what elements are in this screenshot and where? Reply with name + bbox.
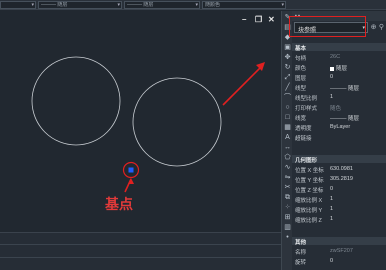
divider — [0, 244, 281, 245]
color-swatch — [330, 66, 334, 71]
prop-row-position-y[interactable]: 位置 Y 坐标 305.2819 — [292, 175, 386, 184]
prop-row-linetype[interactable]: 线型 ——— 随层 — [292, 83, 386, 92]
section-basic[interactable]: 基本 — [292, 43, 386, 52]
section-title: 其他 — [295, 240, 307, 246]
prop-row-handle: 句柄 26C — [292, 53, 386, 62]
rotate-icon[interactable]: ↻ — [283, 63, 292, 72]
prop-value[interactable]: 随色 — [330, 104, 341, 112]
section-title: 基本 — [295, 46, 307, 52]
prop-key: 位置 X 坐标 — [295, 168, 324, 174]
offset-icon[interactable]: ⧉ — [283, 193, 292, 202]
prop-row-lineweight[interactable]: 线宽 ——— 随层 — [292, 113, 386, 122]
divider — [0, 257, 281, 258]
circle-right[interactable] — [132, 77, 222, 167]
prop-key: 透明度 — [295, 126, 312, 132]
command-area[interactable] — [0, 232, 281, 270]
line-icon[interactable]: ╱ — [283, 83, 292, 92]
prop-key: 位置 Z 坐标 — [295, 188, 324, 194]
section-geometry[interactable]: 几何图形 — [292, 155, 386, 164]
section-title: 几何图形 — [295, 158, 318, 164]
quick-select-icon[interactable]: ⚲ — [378, 24, 385, 31]
measure-icon[interactable]: ⊞ — [283, 213, 292, 222]
prop-key: 超链接 — [295, 136, 312, 142]
prop-row-color[interactable]: 颜色 随层 — [292, 63, 386, 72]
point-icon[interactable]: • — [283, 233, 292, 242]
prop-key: 打印样式 — [295, 106, 318, 112]
prop-value[interactable]: 305.2819 — [330, 176, 353, 182]
prop-key: 线型比例 — [295, 96, 318, 102]
prop-key: 颜色 — [295, 66, 307, 72]
prop-row-transparency[interactable]: 透明度 ByLayer — [292, 123, 386, 132]
prop-key: 句柄 — [295, 56, 307, 62]
prop-key: 缩放比例 Z — [295, 218, 322, 224]
prop-value[interactable]: ——— 随层 — [330, 84, 359, 92]
properties-panel: ▪ ▪ 块参照 ▾ ⊕ ⚲ 基本 句柄 26C 颜色 随层 图层 0 线型 ——— 随层… — [292, 11, 386, 270]
array-icon[interactable]: ⁘ — [283, 203, 292, 212]
base-point-annotation: 基点 — [105, 197, 133, 213]
section-misc[interactable]: 其他 — [292, 237, 386, 246]
prop-value: zwSF207 — [330, 248, 353, 254]
trim-icon[interactable]: ✂ — [283, 183, 292, 192]
prop-value[interactable]: ByLayer — [330, 124, 350, 130]
prop-value[interactable]: 1 — [330, 196, 333, 202]
text-icon[interactable]: A — [283, 133, 292, 142]
prop-key: 旋转 — [295, 260, 307, 266]
dimension-icon[interactable]: ↔ — [283, 143, 292, 152]
prop-key: 名称 — [295, 250, 307, 256]
prop-row-hyperlink[interactable]: 超链接 — [292, 133, 386, 142]
prop-key: 缩放比例 X — [295, 198, 323, 204]
prop-row-scale-x[interactable]: 缩放比例 X 1 — [292, 195, 386, 204]
prop-value: 随层 — [336, 66, 348, 72]
prop-row-linetype-scale[interactable]: 线型比例 1 — [292, 93, 386, 102]
mirror-icon[interactable]: ⇋ — [283, 173, 292, 182]
prop-row-position-x[interactable]: 位置 X 坐标 630.0981 — [292, 165, 386, 174]
move-icon[interactable]: ✥ — [283, 53, 292, 62]
prop-row-scale-z[interactable]: 缩放比例 Z 1 — [292, 215, 386, 224]
prop-row-rotation[interactable]: 旋转 0 — [292, 257, 386, 266]
annotation-arrow-head — [128, 178, 134, 184]
prop-row-name: 名称 zwSF207 — [292, 247, 386, 256]
prop-value-color[interactable]: 随层 — [330, 64, 347, 72]
prop-value[interactable]: 1 — [330, 206, 333, 212]
prop-row-position-z[interactable]: 位置 Z 坐标 0 — [292, 185, 386, 194]
prop-value[interactable]: 1 — [330, 216, 333, 222]
block-icon[interactable]: ▣ — [283, 43, 292, 52]
prop-value[interactable]: 630.0981 — [330, 166, 353, 172]
properties-tool-strip: ✎ ▤ ◆ ▣ ✥ ↻ ⤢ ╱ ⌒ ○ □ ▦ A ↔ ⬠ ∿ ⇋ ✂ ⧉ ⁘ … — [281, 11, 292, 270]
prop-value[interactable]: 0 — [330, 258, 333, 264]
object-type-highlight-box — [289, 16, 366, 37]
scale-icon[interactable]: ⤢ — [283, 73, 292, 82]
hatch-icon[interactable]: ▦ — [283, 123, 292, 132]
prop-value: 26C — [330, 54, 341, 60]
prop-key: 线型 — [295, 86, 307, 92]
prop-value[interactable]: 0 — [330, 186, 333, 192]
prop-key: 线宽 — [295, 116, 307, 122]
circle-icon[interactable]: ○ — [283, 103, 292, 112]
prop-key: 缩放比例 Y — [295, 208, 323, 214]
spline-icon[interactable]: ∿ — [283, 163, 292, 172]
prop-row-scale-y[interactable]: 缩放比例 Y 1 — [292, 205, 386, 214]
annotation-arrow-line-2 — [222, 65, 263, 106]
prop-value[interactable]: 0 — [330, 74, 333, 80]
prop-value[interactable]: 1 — [330, 94, 333, 100]
prop-key: 图层 — [295, 76, 307, 82]
prop-value[interactable]: ——— 随层 — [330, 114, 359, 122]
prop-key: 位置 Y 坐标 — [295, 178, 324, 184]
prop-row-layer[interactable]: 图层 0 — [292, 73, 386, 82]
arc-icon[interactable]: ⌒ — [283, 93, 292, 102]
base-point-grip[interactable] — [128, 167, 134, 173]
polygon-icon[interactable]: ⬠ — [283, 153, 292, 162]
prop-row-plot-style[interactable]: 打印样式 随色 — [292, 103, 386, 112]
circle-left[interactable] — [31, 56, 121, 146]
toggle-pickadd-icon[interactable]: ⊕ — [370, 24, 377, 31]
table-icon[interactable]: ▥ — [283, 223, 292, 232]
rectangle-icon[interactable]: □ — [283, 113, 292, 122]
